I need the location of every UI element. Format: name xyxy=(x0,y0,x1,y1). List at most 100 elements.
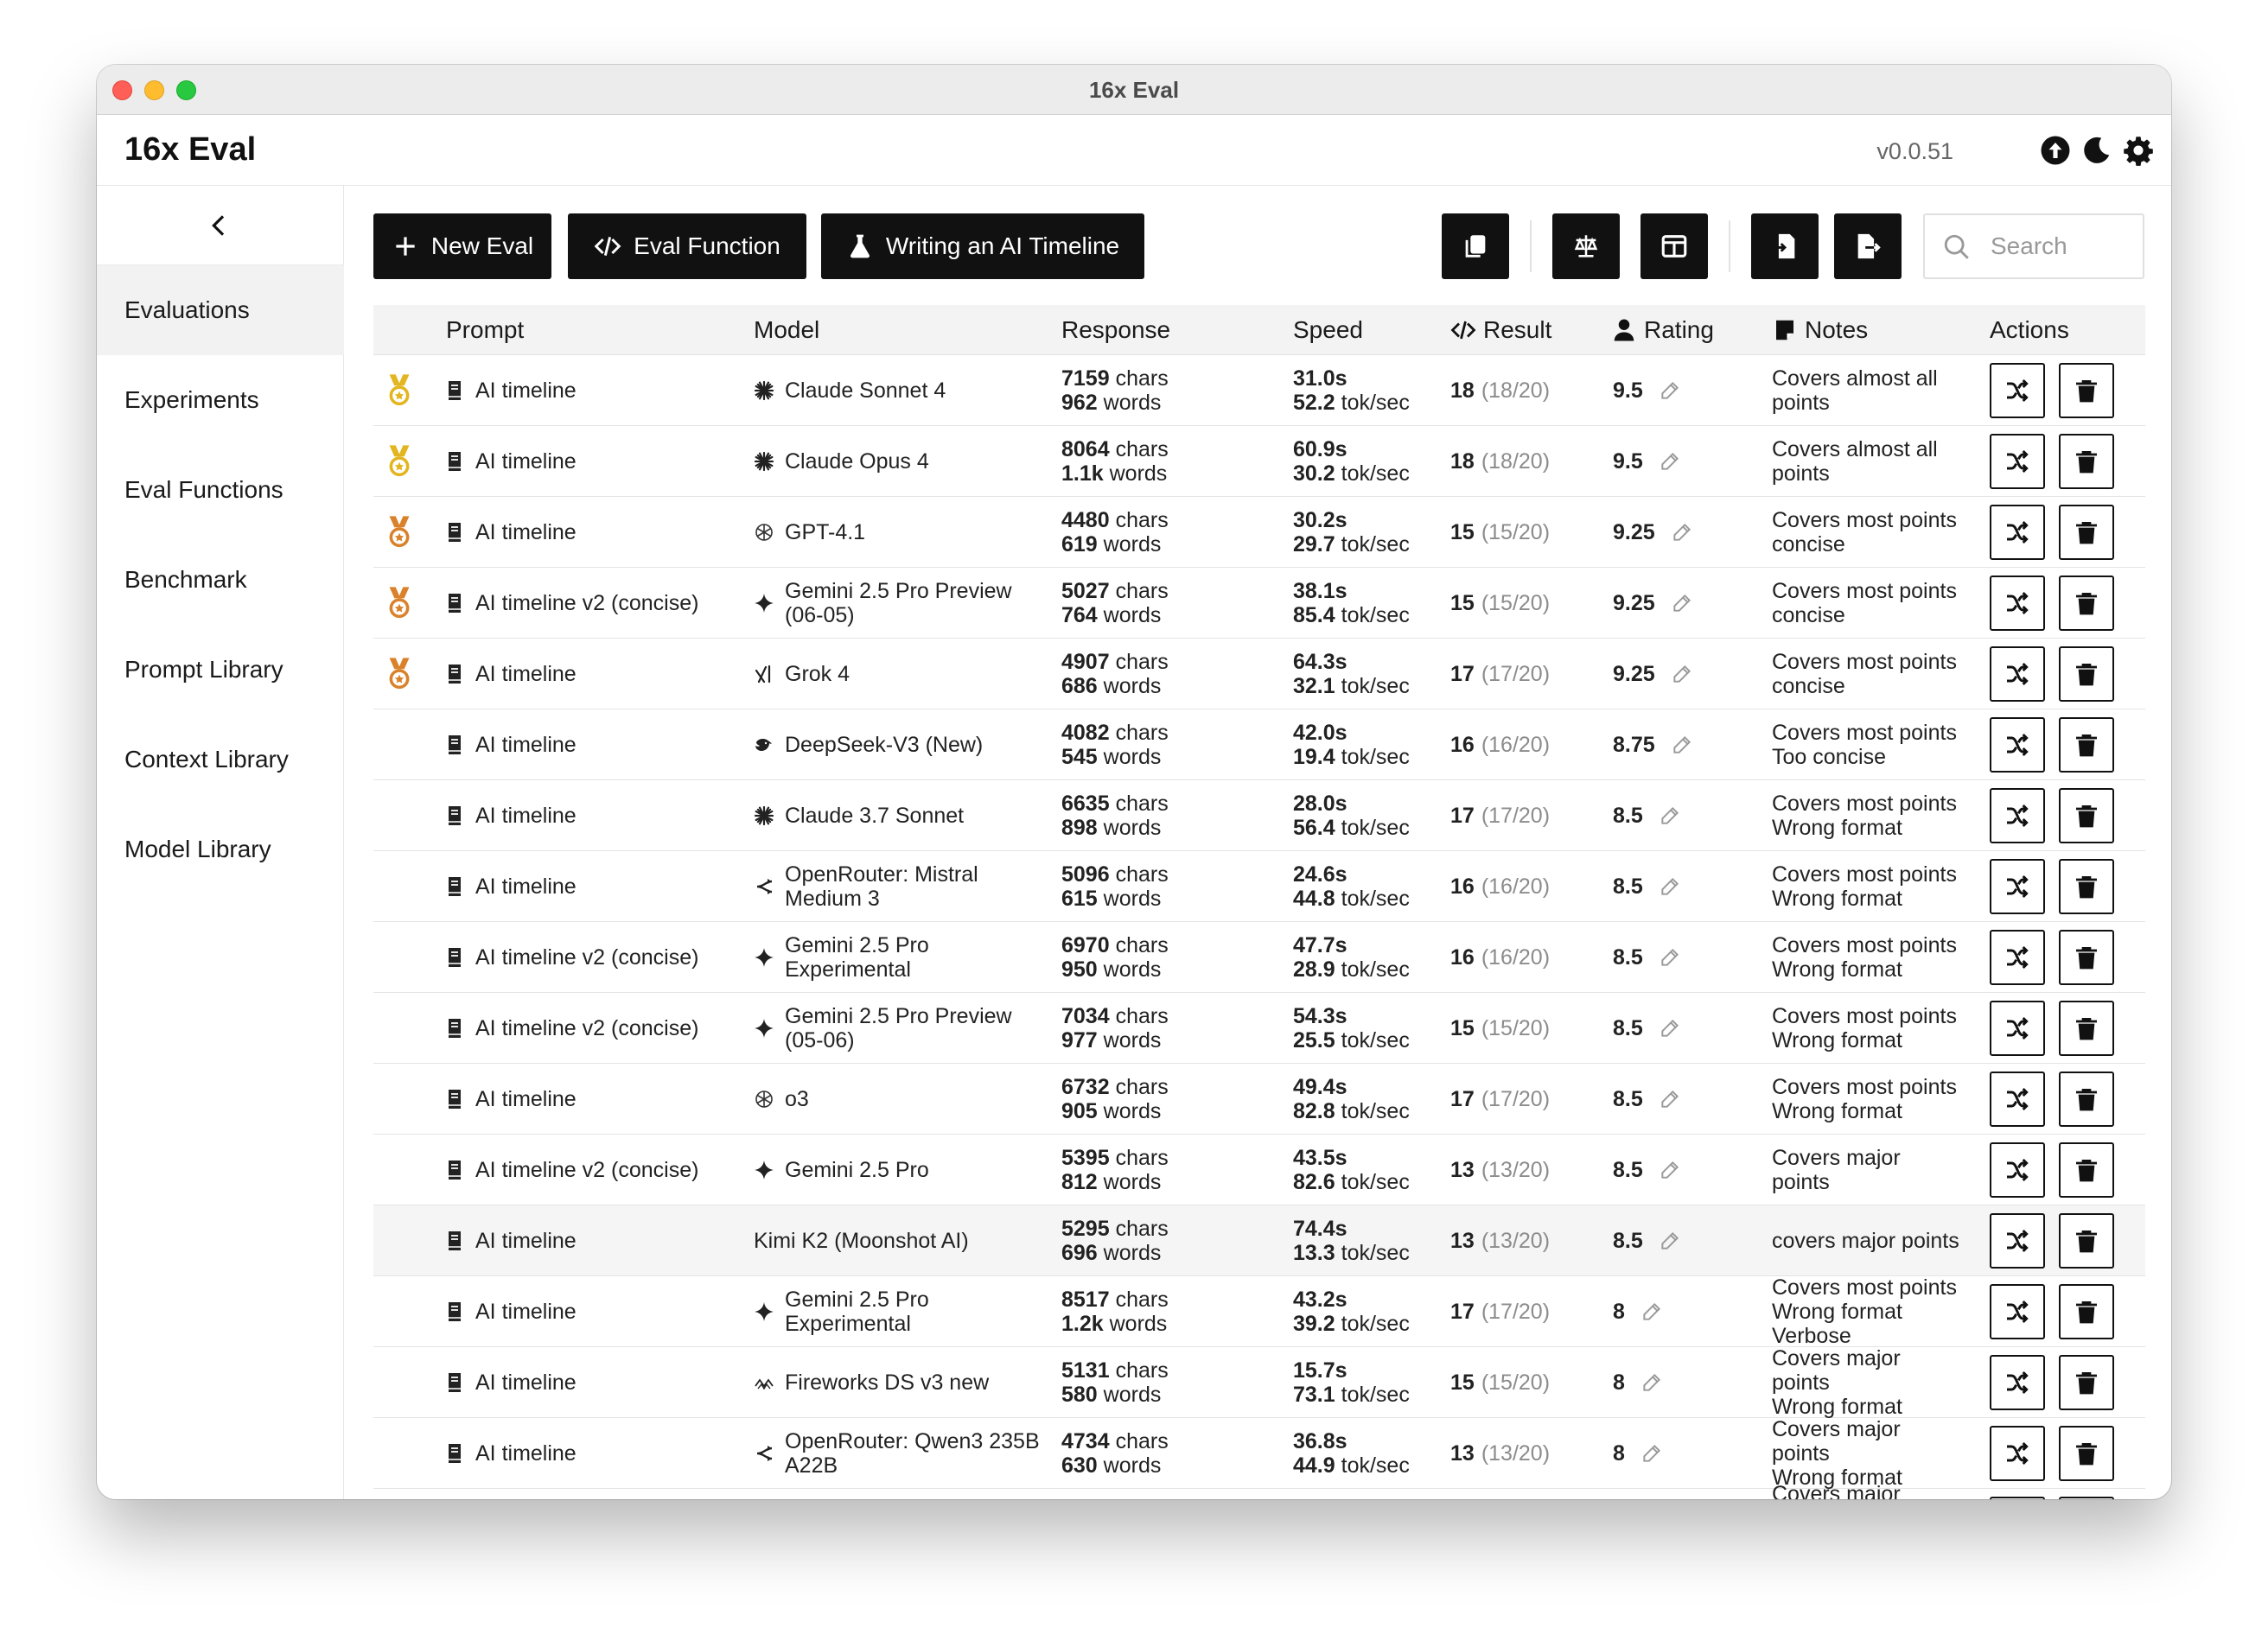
notes-cell[interactable]: Covers major points xyxy=(1772,1135,1976,1205)
rating-cell[interactable]: 8.75 xyxy=(1613,709,1693,780)
pencil-icon[interactable] xyxy=(1659,379,1681,402)
model-cell[interactable]: Gemini 2.5 Pro Experimental xyxy=(754,1276,1048,1347)
rating-cell[interactable]: 8.5 xyxy=(1613,922,1681,993)
table-row[interactable]: AI timeline Claude Sonnet 4 7159 chars 962 … xyxy=(373,355,2145,426)
shuffle-button[interactable] xyxy=(1990,434,2045,489)
experiment-button[interactable]: Writing an AI Timeline xyxy=(821,213,1144,279)
table-row[interactable]: AI timeline OpenRouter: Qwen3 235B A22B 473… xyxy=(373,1417,2145,1490)
shuffle-button[interactable] xyxy=(1990,1497,2045,1499)
model-cell[interactable]: Grok 4 xyxy=(754,639,1048,709)
delete-button[interactable] xyxy=(2059,505,2114,560)
table-row[interactable]: AI timeline v2 (concise) Gemini 2.5 Pro Ex… xyxy=(373,922,2145,993)
result-cell[interactable]: 15 (15/20) xyxy=(1450,1347,1550,1418)
prompt-cell[interactable]: AI timeline xyxy=(446,1418,577,1489)
notes-cell[interactable]: Covers major xyxy=(1772,1482,1976,1499)
pencil-icon[interactable] xyxy=(1659,450,1681,473)
table-row[interactable]: AI timeline OpenRouter: Mistral Medium 3 50… xyxy=(373,851,2145,922)
table-row[interactable]: AI timeline DeepSeek-V3 (New) 4082 chars 54… xyxy=(373,709,2145,780)
pencil-icon[interactable] xyxy=(1659,804,1681,827)
result-cell[interactable]: 17 (17/20) xyxy=(1450,780,1550,851)
shuffle-button[interactable] xyxy=(1990,646,2045,702)
table-row[interactable]: AI timeline v2 (concise) Gemini 2.5 Pro 53… xyxy=(373,1135,2145,1205)
table-row[interactable]: AI timeline Gemini 2.5 Pro Experimental 851… xyxy=(373,1275,2145,1348)
result-cell[interactable]: 13 (13/20) xyxy=(1450,1135,1550,1205)
result-cell[interactable]: 17 (17/20) xyxy=(1450,1064,1550,1135)
delete-button[interactable] xyxy=(2059,930,2114,985)
prompt-cell[interactable]: AI timeline xyxy=(446,639,577,709)
column-speed[interactable]: Speed xyxy=(1293,305,1363,355)
delete-button[interactable] xyxy=(2059,1072,2114,1127)
notes-cell[interactable]: Covers most points concise xyxy=(1772,568,1976,639)
model-cell[interactable]: Fireworks DS v3 new xyxy=(754,1347,1048,1418)
rating-cell[interactable]: 8 xyxy=(1613,1418,1663,1489)
response-cell[interactable]: 4480 chars 619 words xyxy=(1061,497,1169,568)
search-box[interactable] xyxy=(1923,213,2144,279)
notes-cell[interactable]: Covers major points Wrong format xyxy=(1772,1346,1976,1419)
table-row[interactable]: AI timeline Kimi K2 (Moonshot AI) 5295 cha… xyxy=(373,1205,2145,1276)
prompt-cell[interactable]: AI timeline xyxy=(446,355,577,426)
rating-cell[interactable]: 9.25 xyxy=(1613,639,1693,709)
column-prompt[interactable]: Prompt xyxy=(446,305,524,355)
response-cell[interactable]: 8064 chars 1.1k words xyxy=(1061,426,1169,497)
model-cell[interactable]: Gemini 2.5 Pro Preview (06-05) xyxy=(754,568,1048,639)
prompt-cell[interactable]: AI timeline xyxy=(446,1347,577,1418)
delete-button[interactable] xyxy=(2059,434,2114,489)
model-cell[interactable]: DeepSeek-V3 (New) xyxy=(754,709,1048,780)
shuffle-button[interactable] xyxy=(1990,1284,2045,1339)
column-model[interactable]: Model xyxy=(754,305,819,355)
notes-cell[interactable]: Covers most points concise xyxy=(1772,639,1976,709)
delete-button[interactable] xyxy=(2059,1355,2114,1410)
delete-button[interactable] xyxy=(2059,1497,2114,1499)
pencil-icon[interactable] xyxy=(1671,592,1693,614)
result-cell[interactable]: 16 (16/20) xyxy=(1450,709,1550,780)
notes-cell[interactable]: Covers most points Wrong format xyxy=(1772,1064,1976,1135)
result-cell[interactable]: 17 (17/20) xyxy=(1450,1276,1550,1347)
model-cell[interactable]: Gemini 2.5 Pro Preview (05-06) xyxy=(754,993,1048,1064)
delete-button[interactable] xyxy=(2059,1213,2114,1269)
shuffle-button[interactable] xyxy=(1990,576,2045,631)
pencil-icon[interactable] xyxy=(1659,1230,1681,1252)
response-cell[interactable]: 6635 chars 898 words xyxy=(1061,780,1169,851)
shuffle-button[interactable] xyxy=(1990,859,2045,914)
notes-cell[interactable]: Covers most points Wrong format Verbose xyxy=(1772,1275,1976,1348)
shuffle-button[interactable] xyxy=(1990,1355,2045,1410)
delete-button[interactable] xyxy=(2059,1426,2114,1481)
shuffle-button[interactable] xyxy=(1990,1426,2045,1481)
prompt-cell[interactable]: AI timeline v2 (concise) xyxy=(446,922,698,993)
result-cell[interactable]: 16 (16/20) xyxy=(1450,922,1550,993)
response-cell[interactable]: 7159 chars 962 words xyxy=(1061,355,1169,426)
table-row[interactable]: AI timeline Fireworks DS v3 new 5131 chars… xyxy=(373,1346,2145,1419)
response-cell[interactable]: 6732 chars 905 words xyxy=(1061,1064,1169,1135)
prompt-cell[interactable]: AI timeline xyxy=(446,1064,577,1135)
rating-cell[interactable]: 8.5 xyxy=(1613,851,1681,922)
model-cell[interactable]: o3 xyxy=(754,1064,1048,1135)
import-button[interactable] xyxy=(1751,213,1819,279)
response-cell[interactable]: 6970 chars 950 words xyxy=(1061,922,1169,993)
export-button[interactable] xyxy=(1834,213,1902,279)
pencil-icon[interactable] xyxy=(1659,1088,1681,1110)
pencil-icon[interactable] xyxy=(1640,1442,1663,1465)
notes-cell[interactable]: covers major points xyxy=(1772,1205,1976,1276)
shuffle-button[interactable] xyxy=(1990,717,2045,773)
sidebar-collapse-button[interactable] xyxy=(97,186,344,265)
prompt-cell[interactable]: AI timeline xyxy=(446,497,577,568)
response-cell[interactable]: 5395 chars 812 words xyxy=(1061,1135,1169,1205)
shuffle-button[interactable] xyxy=(1990,1072,2045,1127)
pencil-icon[interactable] xyxy=(1659,1159,1681,1181)
rating-cell[interactable]: 9.25 xyxy=(1613,568,1693,639)
response-cell[interactable]: 4734 chars 630 words xyxy=(1061,1418,1169,1489)
model-cell[interactable]: GPT-4.1 xyxy=(754,497,1048,568)
pencil-icon[interactable] xyxy=(1659,946,1681,969)
delete-button[interactable] xyxy=(2059,1284,2114,1339)
rating-cell[interactable]: 8.5 xyxy=(1613,1135,1681,1205)
response-cell[interactable]: 5027 chars 764 words xyxy=(1061,568,1169,639)
notes-cell[interactable]: Covers most points Wrong format xyxy=(1772,780,1976,851)
sidebar-item-model-library[interactable]: Model Library xyxy=(97,804,344,894)
table-row[interactable]: AI timeline Claude 3.7 Sonnet 6635 chars 89… xyxy=(373,780,2145,851)
gear-icon[interactable] xyxy=(2123,135,2154,166)
notes-cell[interactable]: Covers most points Wrong format xyxy=(1772,922,1976,993)
prompt-cell[interactable]: AI timeline xyxy=(446,780,577,851)
compare-button[interactable] xyxy=(1552,213,1620,279)
response-cell[interactable]: 5295 chars 696 words xyxy=(1061,1205,1169,1276)
prompt-cell[interactable]: AI timeline xyxy=(446,851,577,922)
